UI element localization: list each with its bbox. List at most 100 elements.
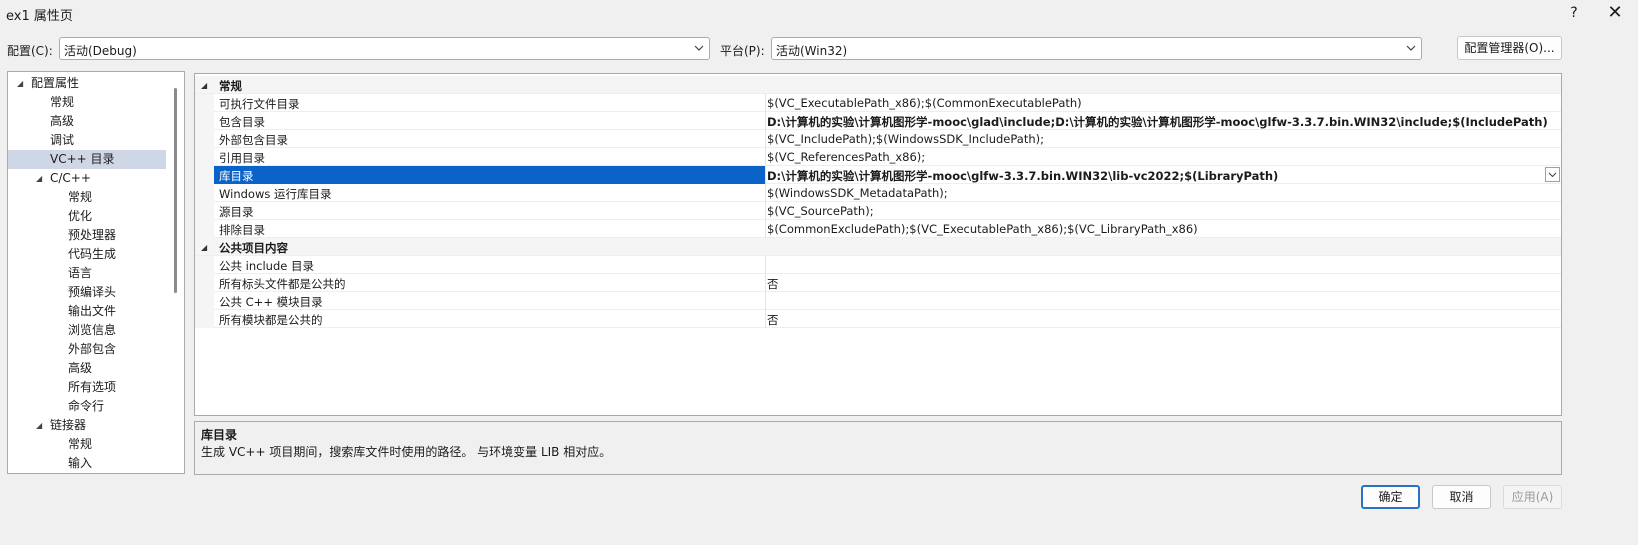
ok-button[interactable]: 确定 [1361,485,1420,509]
tree-item-linker-general[interactable]: 常规 [8,435,166,454]
property-name: Windows 运行库目录 [219,187,332,201]
column-divider [765,292,766,310]
category-label: 公共项目内容 [219,241,288,255]
tree-item-linker[interactable]: ◢ 链接器 [8,416,166,435]
tree-scrollbar[interactable] [174,88,177,293]
property-row[interactable]: 所有模块都是公共的 否 [195,310,1561,328]
property-grid: ◢ 常规 可执行文件目录 $(VC_ExecutablePath_x86);$(… [194,73,1562,416]
expand-triangle-icon[interactable]: ◢ [17,74,23,93]
tree-item-label: C/C++ [50,171,91,185]
tree-item-linker-input[interactable]: 输入 [8,454,166,473]
platform-combo-value: 活动(Win32) [776,44,848,58]
tree-item-cpp-general[interactable]: 常规 [8,188,166,207]
tree-item-label: 常规 [68,190,93,204]
tree-item-label: 常规 [50,95,75,109]
row-gutter [195,166,214,184]
collapse-triangle-icon[interactable]: ◢ [201,243,207,252]
config-combo[interactable]: 活动(Debug) [59,37,710,60]
property-row[interactable]: 包含目录 D:\计算机的实验\计算机图形学-mooc\glad\include;… [195,112,1561,130]
property-value[interactable]: 否 [767,276,779,292]
column-divider [765,310,766,328]
row-gutter [195,148,214,166]
expand-triangle-icon[interactable]: ◢ [36,416,42,435]
property-value[interactable]: $(VC_ReferencesPath_x86); [767,150,925,164]
property-value[interactable]: $(CommonExcludePath);$(VC_ExecutablePath… [767,222,1198,236]
row-gutter [195,202,214,220]
tree-item-cpp-preprocessor[interactable]: 预处理器 [8,226,166,245]
tree-item-label: 调试 [50,133,75,147]
tree-item-cpp[interactable]: ◢ C/C++ [8,169,166,188]
apply-button[interactable]: 应用(A) [1503,485,1562,509]
tree-item-cpp-optimization[interactable]: 优化 [8,207,166,226]
tree-item-advanced[interactable]: 高级 [8,112,166,131]
row-gutter [195,256,214,274]
tree-item-cpp-command-line[interactable]: 命令行 [8,397,166,416]
property-row[interactable]: 公共 C++ 模块目录 [195,292,1561,310]
tree-item-cpp-all-options[interactable]: 所有选项 [8,378,166,397]
tree-item-cpp-external-includes[interactable]: 外部包含 [8,340,166,359]
property-row[interactable]: 引用目录 $(VC_ReferencesPath_x86); [195,148,1561,166]
property-value[interactable]: $(VC_IncludePath);$(WindowsSDK_IncludePa… [767,132,1044,146]
collapse-triangle-icon[interactable]: ◢ [201,81,207,90]
expand-triangle-icon[interactable]: ◢ [36,169,42,188]
value-dropdown-button[interactable] [1545,167,1560,182]
property-tree: ◢ 配置属性 常规 高级 调试 VC++ 目录 ◢ C/C++ 常规 优化 预处… [7,71,185,474]
row-gutter [195,94,214,112]
category-label: 常规 [219,79,242,93]
tree-item-cpp-advanced[interactable]: 高级 [8,359,166,378]
description-title: 库目录 [201,428,238,442]
property-value[interactable]: $(VC_SourcePath); [767,204,874,218]
column-divider [765,112,766,130]
property-name: 外部包含目录 [219,133,288,147]
property-row[interactable]: 外部包含目录 $(VC_IncludePath);$(WindowsSDK_In… [195,130,1561,148]
column-divider [765,256,766,274]
tree-item-cpp-output-files[interactable]: 输出文件 [8,302,166,321]
column-divider [765,274,766,292]
property-row[interactable]: Windows 运行库目录 $(WindowsSDK_MetadataPath)… [195,184,1561,202]
tree-item-cpp-language[interactable]: 语言 [8,264,166,283]
tree-item-vc-directories[interactable]: VC++ 目录 [8,150,166,169]
row-gutter [195,292,214,310]
tree-item-cpp-browse-info[interactable]: 浏览信息 [8,321,166,340]
platform-label: 平台(P): [720,44,765,58]
description-panel: 库目录 生成 VC++ 项目期间，搜索库文件时使用的路径。 与环境变量 LIB … [194,421,1562,475]
property-row[interactable]: 排除目录 $(CommonExcludePath);$(VC_Executabl… [195,220,1561,238]
property-value[interactable]: D:\计算机的实验\计算机图形学-mooc\glad\include;D:\计算… [767,114,1548,130]
column-divider [765,166,766,184]
property-value[interactable]: 否 [767,312,779,328]
category-general[interactable]: ◢ 常规 [195,76,1561,94]
row-gutter [195,274,214,292]
row-gutter [195,112,214,130]
property-name: 源目录 [219,205,254,219]
tree-item-label: 语言 [68,266,93,280]
tree-item-label: 代码生成 [68,247,117,261]
tree-item-cpp-codegen[interactable]: 代码生成 [8,245,166,264]
tree-item-label: 命令行 [68,399,105,413]
tree-item-config-properties[interactable]: ◢ 配置属性 [8,74,166,93]
tree-item-label: 外部包含 [68,342,117,356]
help-button[interactable]: ? [1560,2,1588,24]
config-label: 配置(C): [7,44,53,58]
column-divider [765,94,766,112]
row-gutter [195,310,214,328]
cancel-button[interactable]: 取消 [1432,485,1491,509]
property-row[interactable]: 可执行文件目录 $(VC_ExecutablePath_x86);$(Commo… [195,94,1561,112]
property-value[interactable]: $(VC_ExecutablePath_x86);$(CommonExecuta… [767,96,1082,110]
tree-item-label: 链接器 [50,418,87,432]
property-row-selected[interactable]: 库目录 D:\计算机的实验\计算机图形学-mooc\glfw-3.3.7.bin… [195,166,1561,184]
tree-item-debugging[interactable]: 调试 [8,131,166,150]
close-button[interactable]: ✕ [1600,2,1630,24]
property-value[interactable]: $(WindowsSDK_MetadataPath); [767,186,948,200]
tree-item-cpp-precompiled-headers[interactable]: 预编译头 [8,283,166,302]
property-name: 库目录 [219,169,254,183]
property-value[interactable]: D:\计算机的实验\计算机图形学-mooc\glfw-3.3.7.bin.WIN… [767,168,1278,184]
tree-item-general[interactable]: 常规 [8,93,166,112]
property-row[interactable]: 源目录 $(VC_SourcePath); [195,202,1561,220]
platform-combo[interactable]: 活动(Win32) [771,37,1422,60]
category-public-project-content[interactable]: ◢ 公共项目内容 [195,238,1561,256]
property-row[interactable]: 公共 include 目录 [195,256,1561,274]
chevron-down-icon [694,45,704,51]
config-manager-button[interactable]: 配置管理器(O)... [1457,36,1562,60]
config-combo-value: 活动(Debug) [64,44,137,58]
property-row[interactable]: 所有标头文件都是公共的 否 [195,274,1561,292]
